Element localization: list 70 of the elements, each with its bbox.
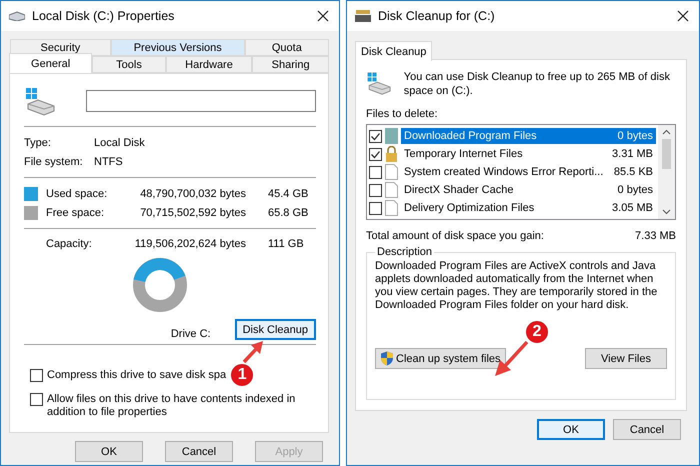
file-icon [385, 200, 398, 216]
tab[interactable]: Sharing [252, 56, 329, 73]
file-icon [385, 164, 398, 180]
close-icon[interactable] [677, 10, 689, 22]
step-badge: 1 [230, 363, 254, 387]
view-files-button[interactable]: View Files [585, 348, 667, 369]
space-bytes: 48,790,700,032 bytes [139, 188, 246, 200]
scrollbar[interactable] [658, 125, 675, 219]
checkbox[interactable] [369, 130, 382, 142]
checkbox-label: Compress this drive to save disk spa [47, 368, 226, 382]
dialog-button[interactable]: Cancel [613, 419, 681, 440]
dialog-button[interactable]: OK [75, 441, 143, 462]
total-value: 7.33 MB [635, 230, 676, 242]
drive-icon [9, 11, 25, 21]
space-label: Capacity: [46, 238, 93, 250]
description-text: Downloaded Program Files are ActiveX controls and Java applets downloaded automatically from the Internet when you view certain pages. They are temporarily stored in the Downloaded Program Files folder on your hard disk. [375, 260, 658, 312]
drive-name-field[interactable] [86, 90, 316, 112]
space-label: Free space: [46, 206, 106, 218]
dialog-button[interactable]: OK [537, 419, 605, 440]
info-label: Type: [24, 136, 52, 148]
disk-cleanup-button[interactable]: Disk Cleanup [234, 319, 316, 340]
scroll-up-icon[interactable] [662, 129, 671, 135]
tab[interactable]: Hardware [166, 56, 252, 73]
scroll-down-icon[interactable] [662, 209, 671, 215]
tab[interactable]: Previous Versions [110, 39, 245, 56]
dialog-button[interactable]: Cancel [165, 441, 233, 462]
info-value: Local Disk [94, 136, 145, 148]
annotation-arrow [242, 341, 264, 363]
info-label: File system: [24, 156, 84, 168]
close-icon[interactable] [317, 10, 329, 22]
info-value: NTFS [94, 156, 123, 168]
tab[interactable]: Disk Cleanup [355, 41, 432, 61]
files-label: Files to delete: [366, 108, 439, 120]
space-bytes: 70,715,502,592 bytes [139, 206, 246, 218]
file-item[interactable]: System created Windows Error Reporti... 85.5 KB [401, 164, 656, 180]
space-size: 65.8 GB [268, 206, 308, 218]
checkbox[interactable] [369, 184, 382, 196]
window-title: Disk Cleanup for (C:) [378, 9, 496, 23]
space-label: Used space: [46, 188, 108, 200]
scroll-thumb[interactable] [662, 139, 671, 169]
drive-label: Drive C: [170, 328, 211, 340]
intro-text: You can use Disk Cleanup to free up to 265 MB of disk space on (C:). [404, 70, 671, 98]
file-item[interactable]: Delivery Optimization Files 3.05 MB [401, 200, 656, 216]
checkbox[interactable] [30, 393, 43, 406]
space-size: 45.4 GB [268, 188, 308, 200]
program-icon [385, 128, 398, 144]
tab[interactable]: Tools [92, 56, 166, 73]
cleanup-icon [355, 9, 371, 23]
space-bytes: 119,506,202,624 bytes [134, 238, 246, 250]
step-badge: 2 [525, 320, 549, 344]
checkbox[interactable] [369, 148, 382, 160]
group-title: Description [376, 246, 434, 258]
file-icon [385, 182, 398, 198]
drive-icon [24, 86, 56, 116]
checkbox[interactable] [30, 368, 43, 382]
tab[interactable]: General [9, 53, 92, 73]
file-item[interactable]: Temporary Internet Files 3.31 MB [401, 146, 656, 162]
file-item[interactable]: Downloaded Program Files 0 bytes [401, 128, 656, 144]
checkbox-label: Allow files on this drive to have contents indexed in addition to file properties [47, 393, 296, 419]
space-size: 111 GB [268, 238, 304, 250]
checkbox[interactable] [369, 166, 382, 178]
total-label: Total amount of disk space you gain: [366, 230, 544, 242]
clean-up-system-files-button[interactable]: Clean up system files [375, 348, 506, 369]
tab[interactable]: Quota [244, 39, 330, 56]
shield-icon [380, 351, 394, 366]
donut-drawing [132, 257, 188, 313]
window-title: Local Disk (C:) Properties [32, 9, 176, 23]
checkbox[interactable] [369, 202, 382, 214]
lock-icon [385, 146, 398, 162]
file-item[interactable]: DirectX Shader Cache 0 bytes [401, 182, 656, 198]
